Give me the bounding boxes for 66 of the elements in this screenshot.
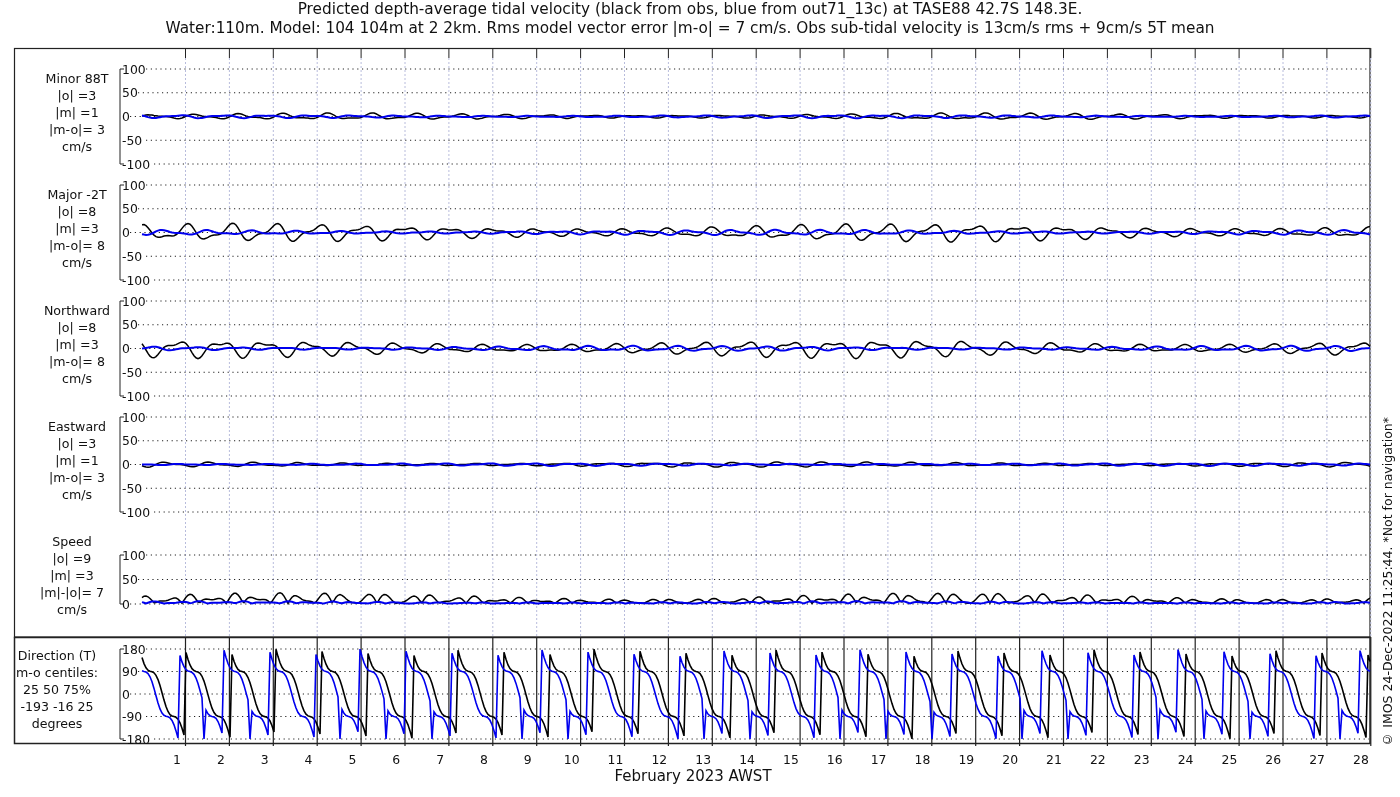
tick-label: -100 — [122, 272, 151, 288]
tick-label: 100 — [122, 61, 146, 77]
tick-label: -180 — [122, 731, 151, 747]
tick-label: 9 — [523, 752, 532, 767]
tick-label: 0 — [122, 596, 130, 612]
tick-label: 11 — [607, 752, 624, 767]
panel-label: Speed |o| =9 |m| =3 |m|-|o|= 7 cm/s — [39, 534, 105, 617]
tick-label: 6 — [392, 752, 401, 767]
tick-label: 1 — [173, 752, 181, 767]
tick-label: 0 — [122, 109, 130, 124]
tick-label: 5 — [348, 752, 357, 767]
axis-title: February 2023 AWST — [614, 767, 772, 785]
copyright-note: © IMOS 24-Dec-2022 11:25:44. *Not for navigation* — [1380, 417, 1396, 747]
tick-label: -50 — [122, 480, 143, 496]
tick-label: 16 — [826, 752, 843, 767]
tick-label: 0 — [122, 457, 130, 472]
tick-label: -50 — [122, 364, 143, 380]
tick-label: 21 — [1046, 752, 1062, 767]
chart-subtitle: Water:110m. Model: 104 104m at 2 2km. Rms model vector error |m-o| = 7 cm/s. Obs sub-tidal velocity is 13cm/s rms + 9cm/s 5T mean — [165, 19, 1215, 38]
tick-label: 27 — [1309, 752, 1325, 767]
tick-label: 26 — [1265, 752, 1282, 767]
tick-label: -100 — [122, 388, 151, 404]
panel-label: Eastward |o| =3 |m| =1 |m-o|= 3 cm/s — [47, 419, 107, 502]
tick-label: 50 — [122, 317, 138, 333]
tick-label: 180 — [122, 641, 146, 657]
tick-label: 23 — [1133, 752, 1150, 767]
tick-label: 100 — [122, 547, 146, 563]
chart-title: Predicted depth-average tidal velocity (black from obs, blue from out71_13c) at TASE88 42.7S 148.3E. — [297, 0, 1083, 19]
tick-label: 18 — [914, 752, 931, 767]
tick-label: 100 — [122, 177, 146, 193]
tick-label: 4 — [304, 752, 313, 767]
tick-label: 50 — [122, 572, 138, 587]
tick-label: 8 — [480, 752, 488, 767]
tick-label: 3 — [260, 752, 269, 767]
tick-label: -90 — [122, 709, 143, 724]
tick-label: 12 — [651, 752, 668, 767]
tick-label: 0 — [122, 225, 130, 240]
tick-label: 14 — [739, 752, 755, 767]
tick-label: 100 — [122, 293, 146, 309]
tick-label: 0 — [122, 341, 130, 356]
panel-label: Direction (T) m-o centiles: 25 50 75% -193 -16 25 degrees — [16, 648, 98, 731]
tick-label: 2 — [216, 752, 225, 767]
tick-label: 100 — [122, 409, 146, 425]
tick-label: -50 — [122, 248, 143, 264]
tick-label: 90 — [122, 664, 138, 679]
tick-label: 28 — [1353, 752, 1369, 767]
tick-label: 20 — [1002, 752, 1019, 767]
tick-label: 0 — [122, 686, 130, 702]
tick-label: 7 — [436, 752, 445, 767]
tick-label: 19 — [958, 752, 975, 767]
tick-label: 50 — [122, 433, 138, 449]
tick-label: 13 — [695, 752, 712, 767]
tick-label: 10 — [563, 752, 580, 767]
tick-label: 22 — [1089, 752, 1106, 767]
tick-label: -50 — [122, 132, 143, 148]
tick-label: -100 — [122, 504, 151, 520]
panel-label: Northward |o| =8 |m| =3 |m-o|= 8 cm/s — [43, 303, 111, 386]
panel-label: Major -2T |o| =8 |m| =3 |m-o|= 8 cm/s — [47, 187, 107, 270]
tick-label: 24 — [1177, 752, 1194, 767]
tick-label: 25 — [1221, 752, 1238, 767]
tick-label: 50 — [122, 201, 138, 217]
panel-label: Minor 88T |o| =3 |m| =1 |m-o|= 3 cm/s — [45, 71, 109, 154]
tick-label: 50 — [122, 85, 138, 101]
tick-label: -100 — [122, 156, 151, 172]
tick-label: 17 — [870, 752, 887, 767]
tick-label: 15 — [783, 752, 799, 767]
